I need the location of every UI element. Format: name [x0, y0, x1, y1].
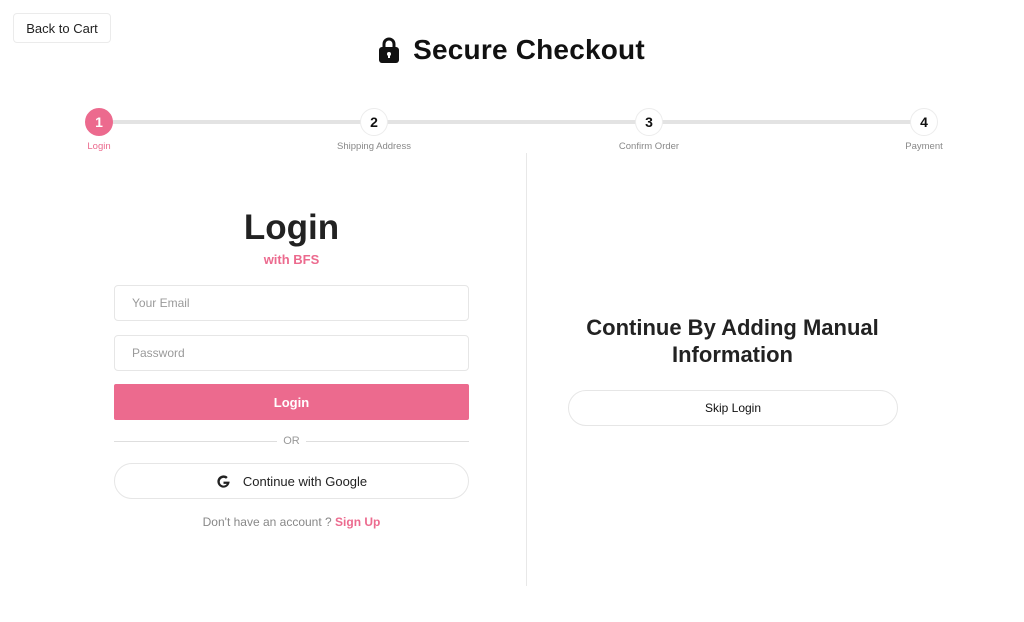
- separator-line: [114, 440, 278, 442]
- email-field[interactable]: [114, 285, 469, 321]
- checkout-stepper: 1 Login 2 Shipping Address 3 Confirm Ord…: [0, 0, 1024, 160]
- step-shipping-address: 2 Shipping Address: [304, 108, 444, 152]
- login-title: Login: [243, 208, 340, 247]
- password-field[interactable]: [114, 335, 469, 371]
- google-icon: [217, 474, 230, 488]
- step-number: 2: [360, 108, 388, 136]
- manual-info-title: Continue By Adding Manual Information: [586, 315, 879, 367]
- step-number: 3: [635, 108, 663, 136]
- step-payment: 4 Payment: [854, 108, 994, 152]
- skip-login-button[interactable]: Skip Login: [568, 390, 898, 426]
- step-number: 1: [85, 108, 113, 136]
- step-confirm-order: 3 Confirm Order: [579, 108, 719, 152]
- panel-divider: [526, 153, 527, 586]
- signup-prompt: Don't have an account ? Sign Up: [114, 515, 469, 529]
- or-separator: OR: [114, 434, 469, 448]
- login-subtitle: with BFS: [263, 252, 320, 267]
- google-button-label: Continue with Google: [242, 473, 368, 489]
- step-label: Shipping Address: [337, 141, 411, 152]
- step-label: Payment: [905, 141, 943, 152]
- checkout-page: Back to Cart Secure Checkout 1 Login 2 S…: [0, 0, 1024, 622]
- separator-line: [305, 440, 469, 442]
- login-button[interactable]: Login: [114, 384, 469, 420]
- stepper-track: [99, 120, 924, 124]
- continue-with-google-button[interactable]: Continue with Google: [114, 463, 469, 499]
- step-label: Confirm Order: [618, 141, 680, 152]
- step-login: 1 Login: [29, 108, 169, 152]
- step-number: 4: [910, 108, 938, 136]
- signup-prompt-text: Don't have an account ?: [202, 515, 332, 529]
- step-label: Login: [87, 141, 111, 152]
- or-text: OR: [283, 435, 300, 447]
- sign-up-link[interactable]: Sign Up: [335, 515, 380, 529]
